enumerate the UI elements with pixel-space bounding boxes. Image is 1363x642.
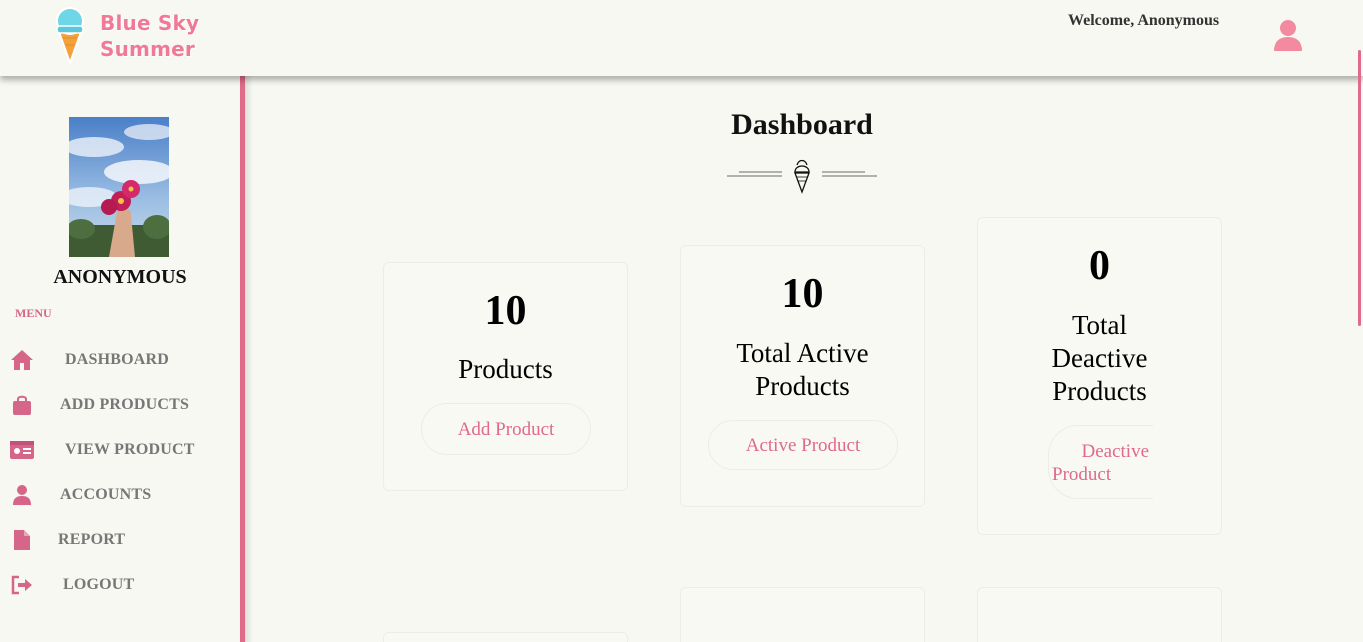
- scrollbar[interactable]: [1358, 50, 1361, 326]
- user-icon[interactable]: [1270, 18, 1306, 54]
- card-partial: [680, 587, 925, 642]
- products-card: 10 Products Add Product: [383, 262, 628, 491]
- brand-line-1: Blue Sky: [100, 11, 200, 35]
- sidebar-item-view-product[interactable]: VIEW PRODUCT: [0, 435, 240, 465]
- sidebar-item-label: ACCOUNTS: [60, 486, 152, 503]
- page-title: Dashboard: [731, 108, 873, 141]
- title-divider: [727, 156, 877, 194]
- sidebar-item-label: DASHBOARD: [65, 351, 170, 368]
- deactive-products-label-line1: Total: [1071, 310, 1128, 340]
- sidebar-item-accounts[interactable]: ACCOUNTS: [0, 480, 240, 510]
- sidebar-item-report[interactable]: REPORT: [0, 525, 240, 555]
- user-icon: [10, 483, 34, 507]
- products-count: 10: [484, 288, 527, 334]
- deactive-button-line2: Product: [1052, 464, 1112, 485]
- sign-out-icon: [10, 573, 34, 597]
- brand-line-2: Summer: [100, 37, 195, 61]
- shopping-bag-icon: [10, 393, 34, 417]
- deactive-products-label-line2: Deactive: [1051, 343, 1148, 373]
- sidebar-item-label: LOGOUT: [63, 576, 135, 593]
- brand-logo[interactable]: Blue Sky Summer: [52, 6, 199, 66]
- sidebar: ANONYMOUS MENU DASHBOARD ADD PRODUCTS VI…: [0, 76, 240, 642]
- ice-cream-cone-icon: [52, 6, 88, 66]
- deactive-products-label-line3: Products: [1052, 376, 1147, 406]
- deactive-products-card: 0 Total Deactive Products Deactive Produ…: [977, 217, 1222, 535]
- sidebar-item-add-products[interactable]: ADD PRODUCTS: [0, 390, 240, 420]
- sidebar-shadow: [245, 76, 253, 642]
- add-product-button[interactable]: Add Product: [421, 403, 591, 455]
- sidebar-item-dashboard[interactable]: DASHBOARD: [0, 345, 240, 375]
- active-product-button[interactable]: Active Product: [708, 420, 898, 470]
- deactive-product-button[interactable]: Deactive Product: [1048, 425, 1153, 499]
- top-header: Blue Sky Summer Welcome, Anonymous: [0, 0, 1363, 76]
- sidebar-item-label: ADD PRODUCTS: [60, 396, 190, 413]
- sidebar-item-label: VIEW PRODUCT: [65, 441, 195, 458]
- card-partial: [383, 632, 628, 642]
- active-products-count: 10: [781, 271, 824, 317]
- home-icon: [10, 348, 34, 372]
- active-products-card: 10 Total Active Products Active Product: [680, 245, 925, 507]
- profile-name: ANONYMOUS: [53, 266, 187, 288]
- welcome-text: Welcome, Anonymous: [1068, 12, 1220, 29]
- active-products-label-line1: Total Active: [736, 338, 869, 368]
- active-products-label-line2: Products: [755, 371, 850, 401]
- card-partial: [977, 587, 1222, 642]
- id-card-icon: [10, 438, 34, 462]
- profile-avatar: [69, 117, 169, 257]
- menu-label: MENU: [15, 306, 52, 320]
- products-label: Products: [458, 354, 553, 384]
- file-icon: [10, 528, 34, 552]
- ice-cream-icon: [794, 159, 810, 194]
- deactive-button-line1: Deactive: [1081, 441, 1149, 462]
- sidebar-item-logout[interactable]: LOGOUT: [0, 570, 240, 600]
- deactive-products-count: 0: [1089, 243, 1110, 289]
- sidebar-item-label: REPORT: [58, 531, 126, 548]
- brand-name: Blue Sky Summer: [100, 10, 199, 62]
